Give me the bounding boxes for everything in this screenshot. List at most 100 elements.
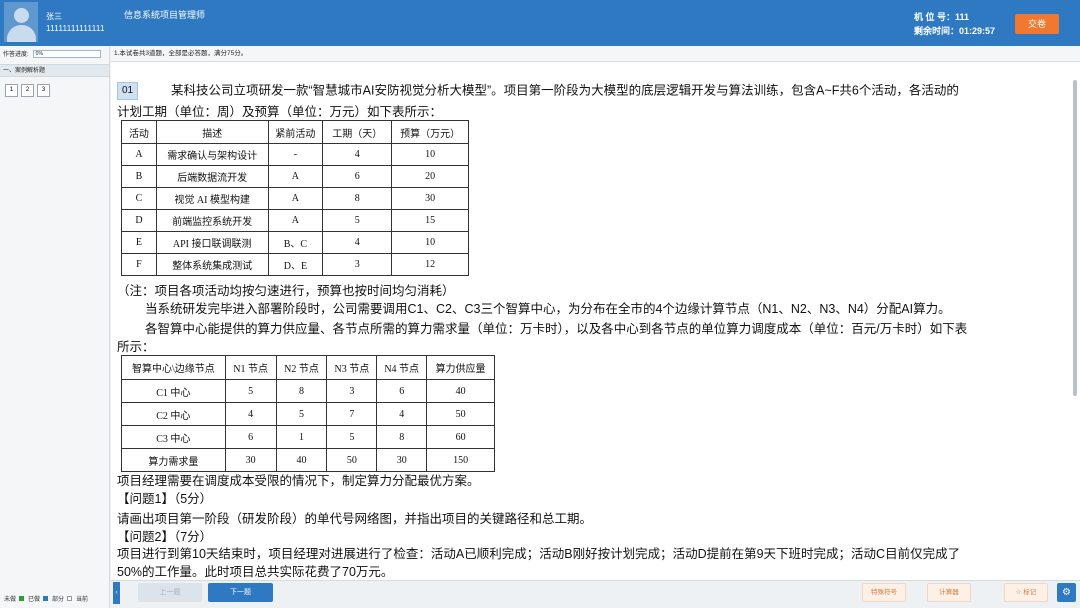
table-cell: 20: [391, 165, 469, 188]
table-header: 紧前活动: [267, 120, 324, 144]
table-cell: 视觉 AI 模型构建: [155, 187, 269, 210]
remaining-time: 剩余时间：01:29:57: [914, 26, 996, 36]
table-cell: 50: [326, 448, 378, 472]
table-cell: 4: [376, 402, 428, 426]
mark-question-button[interactable]: ☆ 标记: [1004, 583, 1048, 602]
paragraph-4: 项目经理需要在调度成本受限的情况下，制定算力分配最优方案。: [117, 474, 480, 488]
intro-line-2: 计划工期（单位：周）及预算（单位：万元）如下表所示：: [117, 105, 443, 119]
table-cell: C: [121, 187, 157, 210]
table-header: N4 节点: [376, 355, 428, 380]
table-cell: 40: [426, 379, 495, 403]
table-cell: 50: [426, 402, 495, 426]
content-scrollbar[interactable]: [1073, 80, 1077, 396]
table-cell: 4: [224, 402, 277, 426]
question-1-text: 请画出项目第一阶段（研发阶段）的单代号网络图，并指出项目的关键路径和总工期。: [117, 512, 593, 526]
settings-gear-icon[interactable]: ⚙: [1057, 583, 1076, 602]
table-cell: 10: [391, 231, 469, 254]
table-cell: 需求确认与架构设计: [155, 143, 269, 166]
table-cell: 5: [224, 379, 277, 403]
question-number-2[interactable]: 2: [21, 84, 34, 97]
table-cell: A: [267, 165, 324, 188]
special-symbols-button[interactable]: 特殊符号: [862, 583, 906, 602]
submit-exam-button[interactable]: 交卷: [1015, 14, 1059, 34]
calculator-button[interactable]: 计算器: [927, 583, 971, 602]
table-cell: 150: [426, 448, 495, 472]
table-cell: 8: [376, 425, 428, 449]
question-2-text-2: 50%的工作量。此时项目总共实际花费了70万元。: [117, 565, 394, 579]
table-row: E API 接口联调联测 B、C 4 10: [121, 231, 469, 254]
question-2-text: 项目进行到第10天结束时，项目经理对进展进行了检查：活动A已顺利完成；活动B刚好…: [117, 547, 961, 561]
progress-label: 作答进度:: [3, 52, 29, 58]
progress-row: 作答进度: 0%: [3, 49, 101, 58]
table-header: N3 节点: [326, 355, 378, 380]
table-cell: F: [121, 253, 157, 276]
table-cell: 60: [426, 425, 495, 449]
table-cell: 3: [322, 253, 393, 276]
table-cell: 12: [391, 253, 469, 276]
question-number-3[interactable]: 3: [37, 84, 50, 97]
table-cell: 5: [322, 209, 393, 232]
legend-current: 当前: [76, 597, 89, 603]
status-legend: 未做 已做 部分 当前: [4, 594, 88, 603]
section-heading[interactable]: 一、案例解析题: [0, 64, 109, 77]
table-cell: C1 中心: [121, 379, 226, 403]
table-cell: 1: [275, 425, 328, 449]
legend-unanswered: 未做: [4, 597, 17, 603]
collapse-panel-icon[interactable]: ‹: [113, 582, 120, 604]
table-header: 活动: [121, 120, 157, 144]
table-cell: C3 中心: [121, 425, 226, 449]
current-swatch-icon: [67, 596, 73, 601]
question-number-1[interactable]: 1: [5, 84, 18, 97]
table-cell: 5: [326, 425, 378, 449]
table-cell: 4: [322, 143, 393, 166]
table-header: N1 节点: [224, 355, 277, 380]
table-header: 算力供应量: [426, 355, 495, 380]
table-header: N2 节点: [275, 355, 328, 380]
question-navigator: 作答进度: 0% 一、案例解析题 1 2 3 未做 已做 部分 当前: [0, 46, 110, 608]
table-cell: 8: [275, 379, 328, 403]
intro-line-1: 某科技公司立项研发一款“智慧城市AI安防视觉分析大模型”。项目第一阶段为大模型的…: [171, 83, 959, 98]
table-cell: A: [121, 143, 157, 166]
activity-table: 活动 描述 紧前活动 工期（天） 预算（万元） A 需求确认与架构设计 -4 10 B 后…: [121, 120, 469, 276]
table-row: D 前端监控系统开发 A 5 15: [121, 209, 469, 232]
table-cell: 整体系统集成测试: [155, 253, 269, 276]
previous-question-button[interactable]: 上一题: [138, 583, 202, 602]
question-content: 01 某科技公司立项研发一款“智慧城市AI安防视觉分析大模型”。项目第一阶段为大模…: [111, 62, 1080, 580]
table-row: C3 中心 6 1 5 8 60: [121, 425, 495, 449]
table-cell: E: [121, 231, 157, 254]
table-cell: 7: [326, 402, 378, 426]
table-row: B 后端数据流开发 A 6 20: [121, 165, 469, 188]
next-question-button[interactable]: 下一题: [208, 583, 273, 602]
table-cell: B: [121, 165, 157, 188]
legend-partial: 部分: [52, 597, 65, 603]
legend-answered: 已做: [28, 597, 41, 603]
seat-number: 机 位 号：111: [914, 12, 970, 22]
table-row: C 视觉 AI 模型构建 A 8 30: [121, 187, 469, 210]
user-name: 张三: [46, 12, 62, 21]
exam-notice: 1.本试卷共3道题，全部是必答题，满分75分。: [111, 46, 1080, 62]
table-cell: -: [267, 143, 324, 166]
table-cell: 后端数据流开发: [155, 165, 269, 188]
table-cell: 30: [391, 187, 469, 210]
user-id: 11111111111111: [46, 24, 105, 33]
table-row: C2 中心 4 5 7 4 50: [121, 402, 495, 426]
table-cell: B、C: [267, 231, 324, 254]
paragraph-3-end: 所示：: [117, 340, 155, 354]
table-cell: 15: [391, 209, 469, 232]
exam-title: 信息系统项目管理师: [124, 10, 206, 20]
paragraph-3: 各智算中心能提供的算力供应量、各节点所需的算力需求量（单位：万卡时），以及各中心…: [145, 322, 968, 336]
partial-swatch-icon: [43, 596, 49, 601]
paragraph-2: 当系统研发完毕进入部署阶段时，公司需要调用C1、C2、C3三个智算中心，为分布在…: [145, 302, 951, 316]
table-cell: 算力需求量: [121, 448, 226, 472]
progress-bar: 0%: [32, 49, 101, 58]
table-row: C1 中心 5 8 3 6 40: [121, 379, 495, 403]
table-row: 算力需求量 30 40 50 30 150: [121, 448, 495, 472]
table-row: F 整体系统集成测试 D、E 3 12: [121, 253, 469, 276]
note-text: （注：项目各项活动均按匀速进行，预算也按时间均匀消耗）: [117, 284, 455, 298]
question-number-badge: 01: [117, 82, 138, 100]
question-2-title: 【问题2】（7分）: [117, 530, 213, 544]
table-cell: 4: [322, 231, 393, 254]
table-cell: 前端监控系统开发: [155, 209, 269, 232]
avatar-icon: [4, 2, 38, 42]
table-cell: A: [267, 209, 324, 232]
